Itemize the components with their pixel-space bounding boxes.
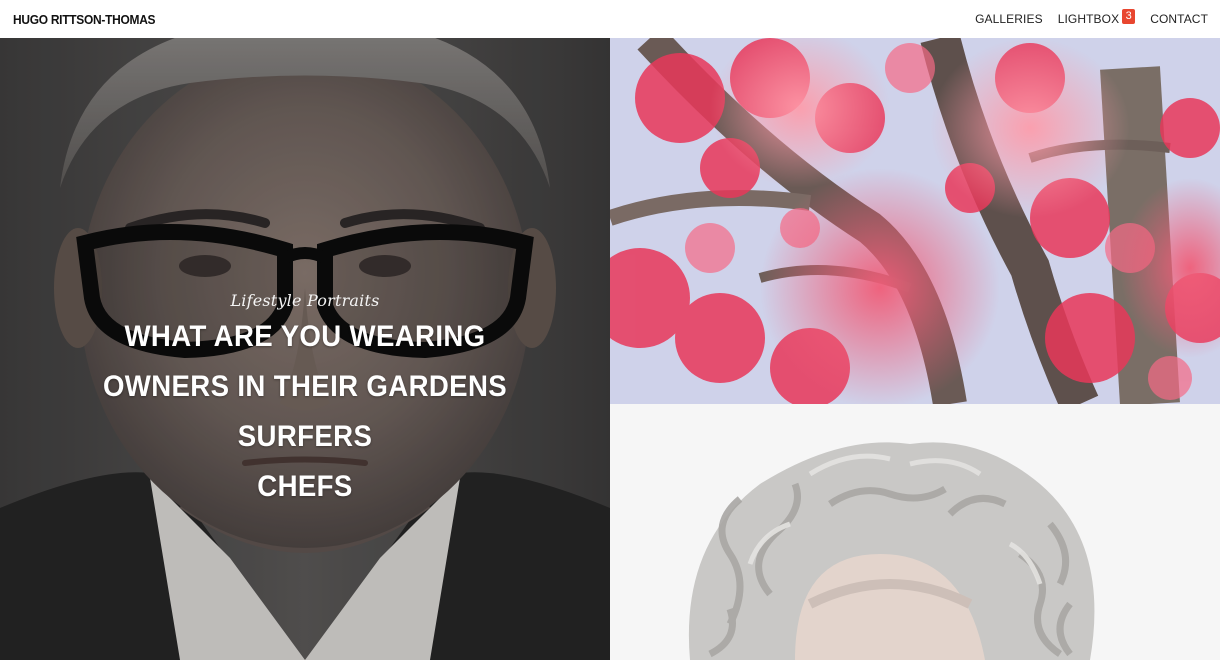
gallery-link-what-are-you-wearing[interactable]: WHAT ARE YOU WEARING	[24, 312, 585, 362]
nav-galleries[interactable]: GALLERIES	[975, 12, 1043, 26]
nav-contact[interactable]: CONTACT	[1150, 12, 1208, 26]
main-nav: GALLERIES LIGHTBOX 3 CONTACT	[975, 9, 1208, 26]
nav-galleries-label: GALLERIES	[975, 11, 1043, 26]
nav-lightbox-label: LIGHTBOX	[1057, 11, 1120, 26]
gallery-link-owners-in-their-gardens[interactable]: OWNERS IN THEIR GARDENS	[24, 362, 585, 412]
maple-tree-photo	[610, 38, 1220, 404]
site-logo[interactable]: HUGO RITTSON-THOMAS	[13, 12, 156, 27]
nav-lightbox[interactable]: LIGHTBOX 3	[1057, 9, 1136, 26]
nav-contact-label: CONTACT	[1150, 11, 1208, 26]
maple-tree-photo-panel[interactable]	[610, 38, 1220, 404]
gallery-menu-title: Lifestyle Portraits	[230, 291, 380, 310]
site-header: HUGO RITTSON-THOMAS GALLERIES LIGHTBOX 3…	[0, 0, 1220, 38]
lifestyle-portraits-panel[interactable]: Lifestyle Portraits WHAT ARE YOU WEARING…	[0, 38, 610, 660]
lightbox-count-badge: 3	[1122, 9, 1136, 24]
gallery-link-surfers[interactable]: SURFERS	[24, 412, 585, 462]
gallery-link-chefs[interactable]: CHEFS	[24, 462, 585, 512]
white-hair-portrait-panel[interactable]	[610, 404, 1220, 660]
gallery-menu: Lifestyle Portraits WHAT ARE YOU WEARING…	[0, 290, 610, 512]
white-hair-portrait-photo	[610, 404, 1220, 660]
